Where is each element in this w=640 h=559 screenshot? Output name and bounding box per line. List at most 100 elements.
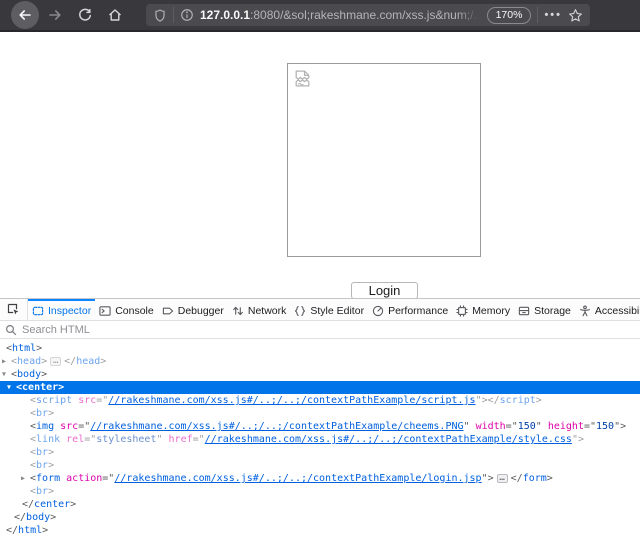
markup-token: width xyxy=(476,421,506,432)
url-text[interactable]: 127.0.0.1:8080/&sol;rakeshmane.com/xss.j… xyxy=(200,8,483,22)
url-fade-overlay xyxy=(457,8,483,22)
storage-icon xyxy=(518,305,530,317)
tab-label: Memory xyxy=(472,305,510,317)
collapse-arrow-icon[interactable]: ▼ xyxy=(7,381,11,394)
shield-icon[interactable] xyxy=(153,8,167,23)
browser-toolbar: 127.0.0.1:8080/&sol;rakeshmane.com/xss.j… xyxy=(0,0,640,32)
collapsed-content-badge[interactable]: … xyxy=(50,357,61,366)
search-input[interactable] xyxy=(22,324,635,336)
expand-arrow-icon[interactable]: ▶ xyxy=(2,355,6,368)
forward-button[interactable] xyxy=(40,0,70,30)
markup-token: " xyxy=(464,421,476,432)
tab-label: Inspector xyxy=(48,305,91,317)
node-html-open[interactable]: <html> xyxy=(0,342,640,355)
markup-token: form xyxy=(36,473,60,484)
expand-arrow-icon[interactable]: ▶ xyxy=(21,472,25,485)
style-editor-icon xyxy=(294,305,306,317)
markup-token: //rakeshmane.com/xss.js#/..;/..;/context… xyxy=(90,421,463,432)
site-info-icon[interactable] xyxy=(180,8,194,22)
node-head[interactable]: ▶<head>…</head> xyxy=(0,355,640,368)
markup-token: height xyxy=(548,421,584,432)
markup-token: script xyxy=(500,395,536,406)
devtools-tabs: Inspector ConsoleDebuggerNetwork Style Edi… xyxy=(28,299,640,320)
bookmark-star-icon[interactable] xyxy=(568,8,583,23)
node-form[interactable]: ▶<form action="//rakeshmane.com/xss.js#/… xyxy=(0,472,640,485)
node-br-3[interactable]: <br> xyxy=(0,459,640,472)
url-bar[interactable]: 127.0.0.1:8080/&sol;rakeshmane.com/xss.j… xyxy=(146,4,590,26)
tab-label: Storage xyxy=(534,305,571,317)
tab-memory[interactable]: Memory xyxy=(452,299,514,320)
node-body-open[interactable]: ▼<body> xyxy=(0,368,640,381)
node-br-1[interactable]: <br> xyxy=(0,407,640,420)
markup-token: stylesheet xyxy=(96,434,156,445)
page-viewport: Login xyxy=(0,34,640,298)
markup-token: br xyxy=(36,460,48,471)
back-icon xyxy=(11,1,39,29)
page-actions-icon[interactable]: ••• xyxy=(544,9,562,21)
node-body-close[interactable]: </body> xyxy=(0,511,640,524)
markup-token: </ xyxy=(6,525,18,536)
node-html-close[interactable]: </html> xyxy=(0,524,640,537)
reload-button[interactable] xyxy=(70,0,100,30)
collapse-arrow-icon[interactable]: ▼ xyxy=(2,368,6,381)
node-script[interactable]: <script src="//rakeshmane.com/xss.js#/..… xyxy=(0,394,640,407)
tab-style-editor[interactable]: Style Editor xyxy=(290,299,368,320)
tab-performance[interactable]: Performance xyxy=(368,299,452,320)
markup-token: html xyxy=(18,525,42,536)
markup-token: > xyxy=(48,486,54,497)
node-img[interactable]: <img src="//rakeshmane.com/xss.js#/..;/.… xyxy=(0,420,640,433)
pick-element-button[interactable] xyxy=(0,299,28,320)
markup-token: " xyxy=(536,421,548,432)
node-br-2[interactable]: <br> xyxy=(0,446,640,459)
tab-label: Style Editor xyxy=(310,305,364,317)
collapsed-content-badge[interactable]: … xyxy=(497,474,508,483)
markup-token: "> xyxy=(614,421,626,432)
markup-token: rel xyxy=(66,434,84,445)
tab-debugger[interactable]: Debugger xyxy=(158,299,228,320)
tab-console[interactable]: Console xyxy=(95,299,158,320)
markup-token: "> xyxy=(572,434,584,445)
markup-token: link xyxy=(36,434,60,445)
login-button[interactable]: Login xyxy=(351,282,418,299)
tab-label: Performance xyxy=(388,305,448,317)
markup-token: > xyxy=(36,343,42,354)
zoom-level-badge[interactable]: 170% xyxy=(487,7,532,24)
memory-icon xyxy=(456,305,468,317)
accessibility-icon xyxy=(579,305,591,317)
markup-token: > xyxy=(70,499,76,510)
tab-inspector[interactable]: Inspector xyxy=(28,299,95,320)
node-link[interactable]: <link rel="stylesheet" href="//rakeshman… xyxy=(0,433,640,446)
markup-token: "> xyxy=(482,473,494,484)
markup-token: > xyxy=(536,395,542,406)
network-icon xyxy=(232,305,244,317)
markup-token: =" xyxy=(193,434,205,445)
markup-token: > xyxy=(48,447,54,458)
markup-token: > xyxy=(48,408,54,419)
markup-token: href xyxy=(169,434,193,445)
markup-token: =" xyxy=(102,473,114,484)
markup-token: 150 xyxy=(596,421,614,432)
markup-token: > xyxy=(41,356,47,367)
home-button[interactable] xyxy=(100,0,130,30)
markup-token: </ xyxy=(14,512,26,523)
tab-storage[interactable]: Storage xyxy=(514,299,575,320)
markup-token: </ xyxy=(22,499,34,510)
markup-token: body xyxy=(26,512,50,523)
markup-token: form xyxy=(523,473,547,484)
tab-network[interactable]: Network xyxy=(228,299,291,320)
node-center-open[interactable]: ▼<center> xyxy=(0,381,640,394)
markup-token: src xyxy=(60,421,78,432)
debugger-icon xyxy=(162,305,174,317)
pick-element-icon xyxy=(7,303,20,316)
markup-token: =" xyxy=(84,434,96,445)
markup-token: =" xyxy=(506,421,518,432)
tab-accessibility[interactable]: Accessibility xyxy=(575,299,640,320)
markup-token: > xyxy=(100,356,106,367)
node-br-4[interactable]: <br> xyxy=(0,485,640,498)
markup-token: > xyxy=(58,382,64,393)
devtools-tabbar: Inspector ConsoleDebuggerNetwork Style Edi… xyxy=(0,299,640,321)
back-button[interactable] xyxy=(10,0,40,30)
node-center-close[interactable]: </center> xyxy=(0,498,640,511)
markup-token: </ xyxy=(511,473,523,484)
markup-token: =" xyxy=(78,421,90,432)
